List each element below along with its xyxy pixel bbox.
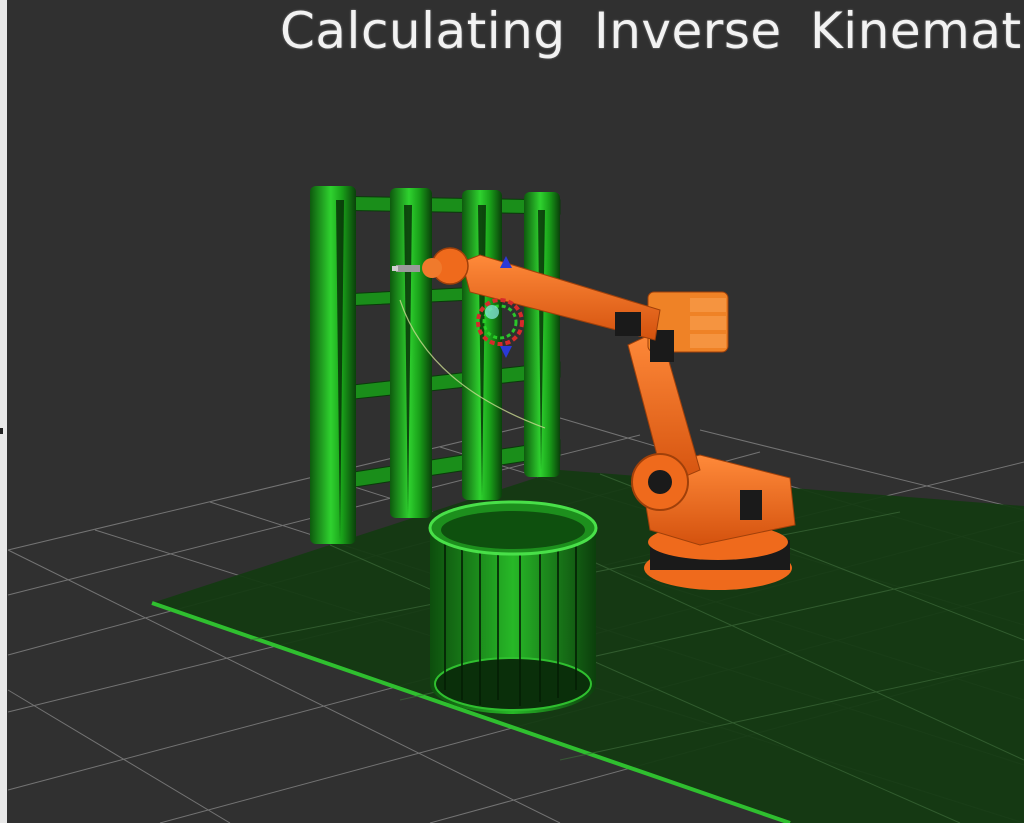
edge-mark	[0, 428, 3, 434]
viewport-edge	[0, 0, 7, 823]
shelf-pole	[310, 186, 356, 544]
scene-canvas[interactable]	[0, 0, 1024, 823]
status-overlay-title: Calculating Inverse Kinemat	[280, 2, 1022, 60]
bin-model[interactable]	[428, 500, 598, 714]
3d-viewport[interactable]: Calculating Inverse Kinemat	[0, 0, 1024, 823]
